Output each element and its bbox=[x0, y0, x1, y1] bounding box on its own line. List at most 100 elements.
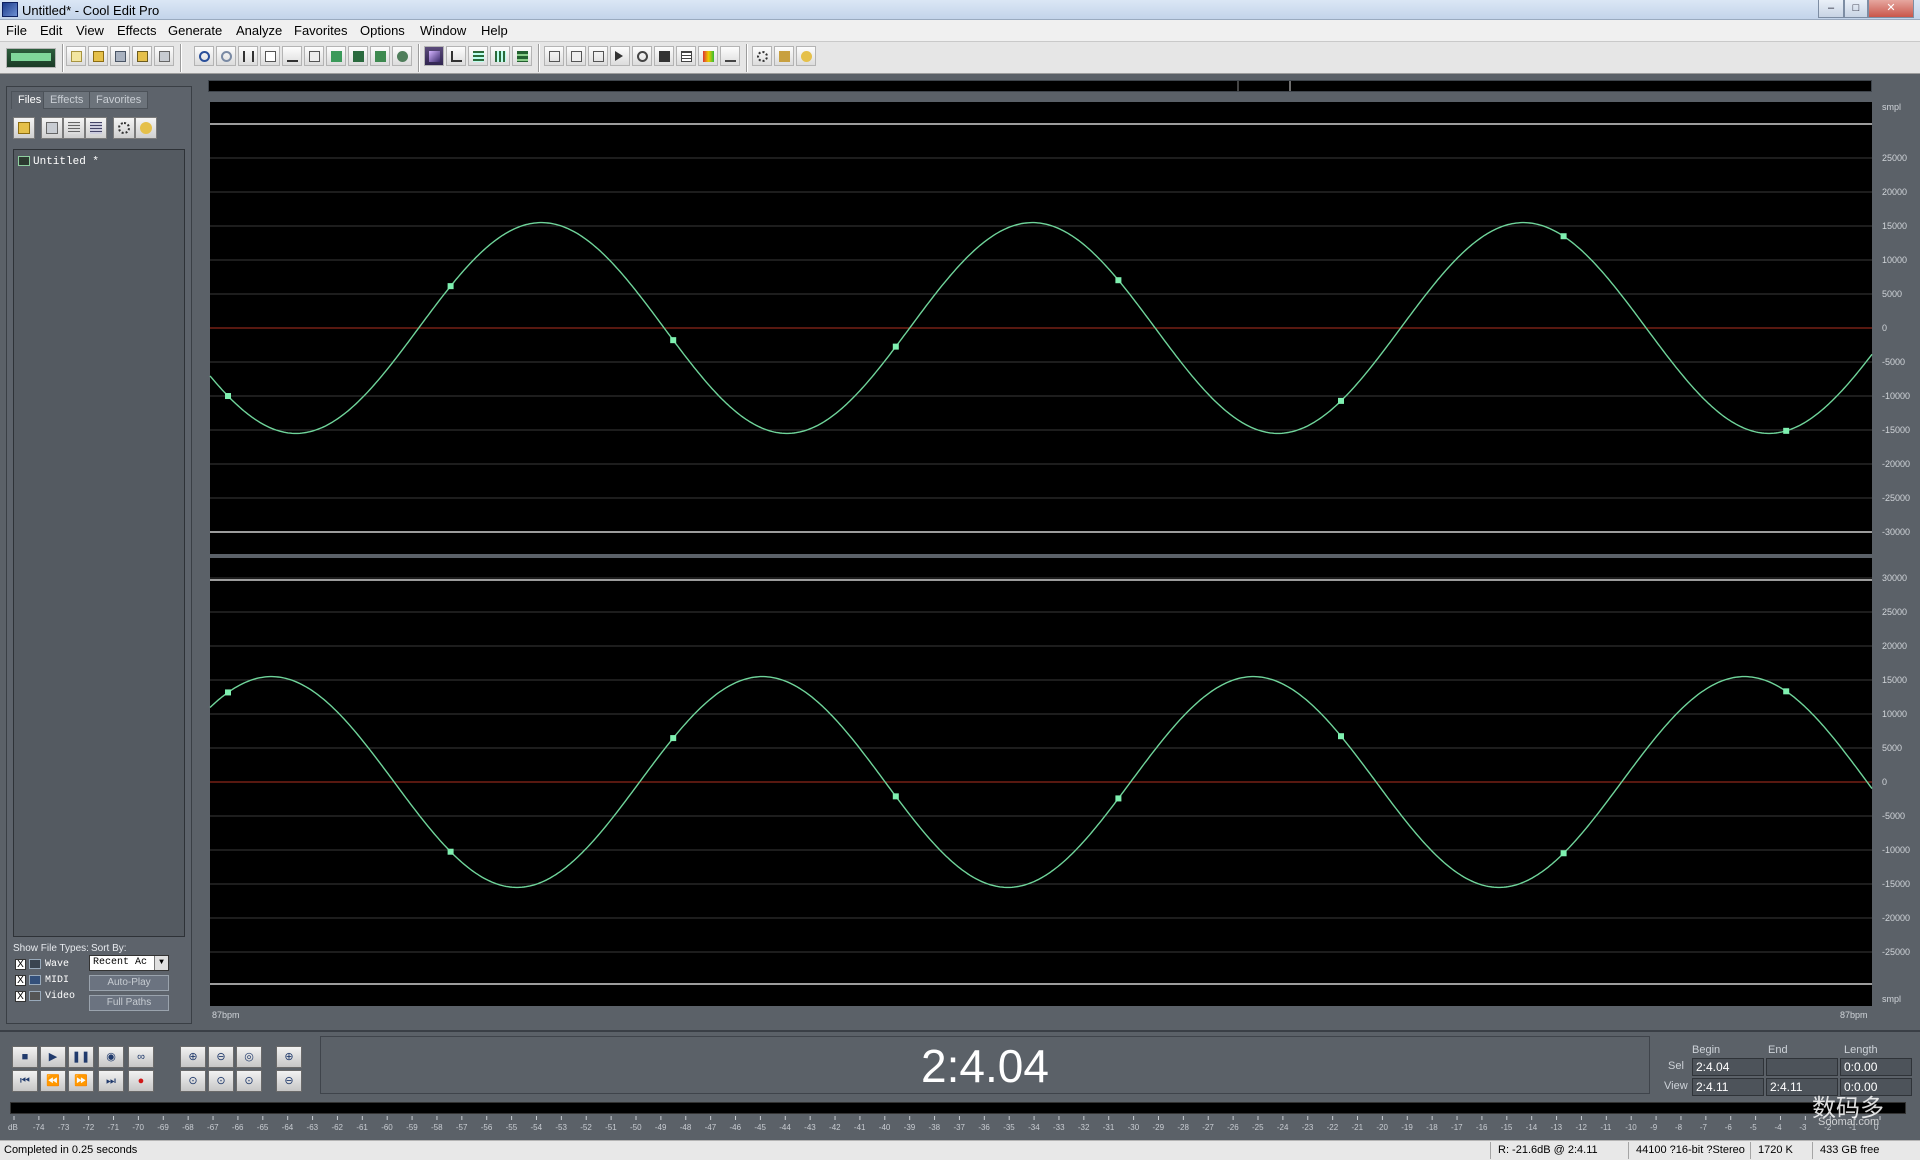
list-item[interactable]: Untitled * bbox=[18, 156, 99, 168]
zoom-full-button[interactable]: ◎ bbox=[236, 1046, 262, 1068]
menu-file[interactable]: File bbox=[6, 23, 27, 38]
grid-view-button[interactable] bbox=[490, 46, 510, 66]
menu-view[interactable]: View bbox=[76, 23, 104, 38]
settings-button[interactable] bbox=[752, 46, 772, 66]
meter-tick-label: -26 bbox=[1227, 1123, 1239, 1132]
zoom-in-horizontal-button[interactable]: ⊕ bbox=[180, 1046, 206, 1068]
info-button[interactable] bbox=[566, 46, 586, 66]
video-type-checkbox[interactable]: X bbox=[15, 991, 26, 1002]
zoom-out-vertical-button[interactable]: ⊖ bbox=[276, 1070, 302, 1092]
sort-by-select[interactable]: Recent Ac ▼ bbox=[89, 955, 169, 971]
organizer-panel: Files Effects Favorites Untitled * Show … bbox=[6, 86, 192, 1024]
full-paths-button[interactable]: Full Paths bbox=[89, 995, 169, 1011]
meter-tick-label: -59 bbox=[406, 1123, 418, 1132]
loop-button[interactable]: ∞ bbox=[128, 1046, 154, 1068]
tab-favorites[interactable]: Favorites bbox=[89, 91, 149, 109]
sel-end-field[interactable] bbox=[1766, 1058, 1838, 1076]
menu-help[interactable]: Help bbox=[481, 23, 508, 38]
chevron-down-icon[interactable]: ▼ bbox=[154, 956, 168, 970]
paste-button[interactable] bbox=[304, 46, 324, 66]
menu-edit[interactable]: Edit bbox=[40, 23, 62, 38]
frequency-button[interactable] bbox=[698, 46, 718, 66]
close-file-panel-button[interactable] bbox=[41, 117, 63, 139]
waveform-view-button[interactable] bbox=[446, 46, 466, 66]
go-to-end-button[interactable]: ⏭ bbox=[98, 1070, 124, 1092]
maximize-button[interactable]: □ bbox=[1844, 0, 1868, 18]
bottom-unit-label: smpl bbox=[1882, 994, 1901, 1004]
blank-button[interactable] bbox=[720, 46, 740, 66]
scissors-icon-button[interactable] bbox=[282, 46, 302, 66]
play-preview-button[interactable] bbox=[610, 46, 630, 66]
pause-button[interactable]: ❚❚ bbox=[68, 1046, 94, 1068]
file-settings-button[interactable] bbox=[113, 117, 135, 139]
cut-button[interactable] bbox=[238, 46, 258, 66]
sel-length-field[interactable]: 0:0.00 bbox=[1840, 1058, 1912, 1076]
sel-begin-field[interactable]: 2:4.04 bbox=[1692, 1058, 1764, 1076]
go-to-start-button[interactable]: ⏮ bbox=[12, 1070, 38, 1092]
save-button[interactable] bbox=[110, 46, 130, 66]
meter-tick-label: -52 bbox=[580, 1123, 592, 1132]
menu-favorites[interactable]: Favorites bbox=[294, 23, 347, 38]
play-to-end-button[interactable]: ◉ bbox=[98, 1046, 124, 1068]
zoom-right-button[interactable]: ⊙ bbox=[236, 1070, 262, 1092]
undo-button[interactable] bbox=[194, 46, 214, 66]
bars-view-button[interactable] bbox=[468, 46, 488, 66]
midi-type-checkbox[interactable]: X bbox=[15, 975, 26, 986]
clip-button[interactable] bbox=[588, 46, 608, 66]
menu-generate[interactable]: Generate bbox=[168, 23, 222, 38]
meter-tick-label: -53 bbox=[555, 1123, 567, 1132]
meter-tick-label: dB bbox=[8, 1123, 18, 1132]
trim-button[interactable] bbox=[392, 46, 412, 66]
close-button[interactable]: ✕ bbox=[1868, 0, 1914, 18]
bit-depth-button[interactable] bbox=[654, 46, 674, 66]
menu-options[interactable]: Options bbox=[360, 23, 405, 38]
list-button[interactable] bbox=[676, 46, 696, 66]
view-begin-field[interactable]: 2:4.11 bbox=[1692, 1078, 1764, 1096]
waveform-editor[interactable]: 25000 20000 15000 10000 5000 0 -5000 -10000 -150… bbox=[198, 76, 1918, 1026]
marker-view-button[interactable] bbox=[512, 46, 532, 66]
rewind-button[interactable]: ⏪ bbox=[40, 1070, 66, 1092]
wave-properties-button[interactable] bbox=[544, 46, 564, 66]
fast-forward-button[interactable]: ⏩ bbox=[68, 1070, 94, 1092]
midi-type-label: MIDI bbox=[45, 975, 70, 986]
open-file-button[interactable] bbox=[88, 46, 108, 66]
tab-effects[interactable]: Effects bbox=[43, 91, 91, 109]
help-button[interactable] bbox=[796, 46, 816, 66]
minimize-button[interactable]: – bbox=[1818, 0, 1844, 18]
amplitude-tick-label: -30000 bbox=[1882, 527, 1910, 537]
title-bar: Untitled* - Cool Edit Pro – □ ✕ bbox=[0, 0, 1920, 20]
paste-new-button[interactable] bbox=[348, 46, 368, 66]
paste-mix-button[interactable] bbox=[326, 46, 346, 66]
menu-effects[interactable]: Effects bbox=[117, 23, 157, 38]
record-button[interactable]: ● bbox=[128, 1070, 154, 1092]
new-file-button[interactable] bbox=[66, 46, 86, 66]
spectral-view-button[interactable] bbox=[424, 46, 444, 66]
multitrack-toggle-button[interactable] bbox=[6, 48, 56, 68]
close-file-button[interactable] bbox=[154, 46, 174, 66]
redo-button[interactable] bbox=[216, 46, 236, 66]
zoom-view-button[interactable] bbox=[632, 46, 652, 66]
zoom-in-vertical-button[interactable]: ⊕ bbox=[276, 1046, 302, 1068]
auto-play-button[interactable]: Auto-Play bbox=[89, 975, 169, 991]
menu-analyze[interactable]: Analyze bbox=[236, 23, 282, 38]
zoom-out-horizontal-button[interactable]: ⊖ bbox=[208, 1046, 234, 1068]
file-help-button[interactable] bbox=[135, 117, 157, 139]
insert-file-button[interactable] bbox=[63, 117, 85, 139]
menu-window[interactable]: Window bbox=[420, 23, 466, 38]
wave-type-checkbox[interactable]: X bbox=[15, 959, 26, 970]
sort-by-label: Sort By: bbox=[91, 943, 127, 954]
open-folder-button[interactable] bbox=[13, 117, 35, 139]
waveform-display[interactable]: 25000 20000 15000 10000 5000 0 -5000 -10000 -150… bbox=[198, 76, 1918, 1026]
insert-multitrack-button[interactable] bbox=[85, 117, 107, 139]
play-button[interactable]: ▶ bbox=[40, 1046, 66, 1068]
copy-button[interactable] bbox=[260, 46, 280, 66]
tools-button[interactable] bbox=[774, 46, 794, 66]
save-all-button[interactable] bbox=[132, 46, 152, 66]
meter-tick-label: -62 bbox=[331, 1123, 343, 1132]
stop-button[interactable]: ■ bbox=[12, 1046, 38, 1068]
meter-tick-label: -74 bbox=[33, 1123, 45, 1132]
video-type-label: Video bbox=[45, 991, 76, 1002]
mix-paste-button[interactable] bbox=[370, 46, 390, 66]
zoom-left-button[interactable]: ⊙ bbox=[208, 1070, 234, 1092]
zoom-selection-button[interactable]: ⊙ bbox=[180, 1070, 206, 1092]
